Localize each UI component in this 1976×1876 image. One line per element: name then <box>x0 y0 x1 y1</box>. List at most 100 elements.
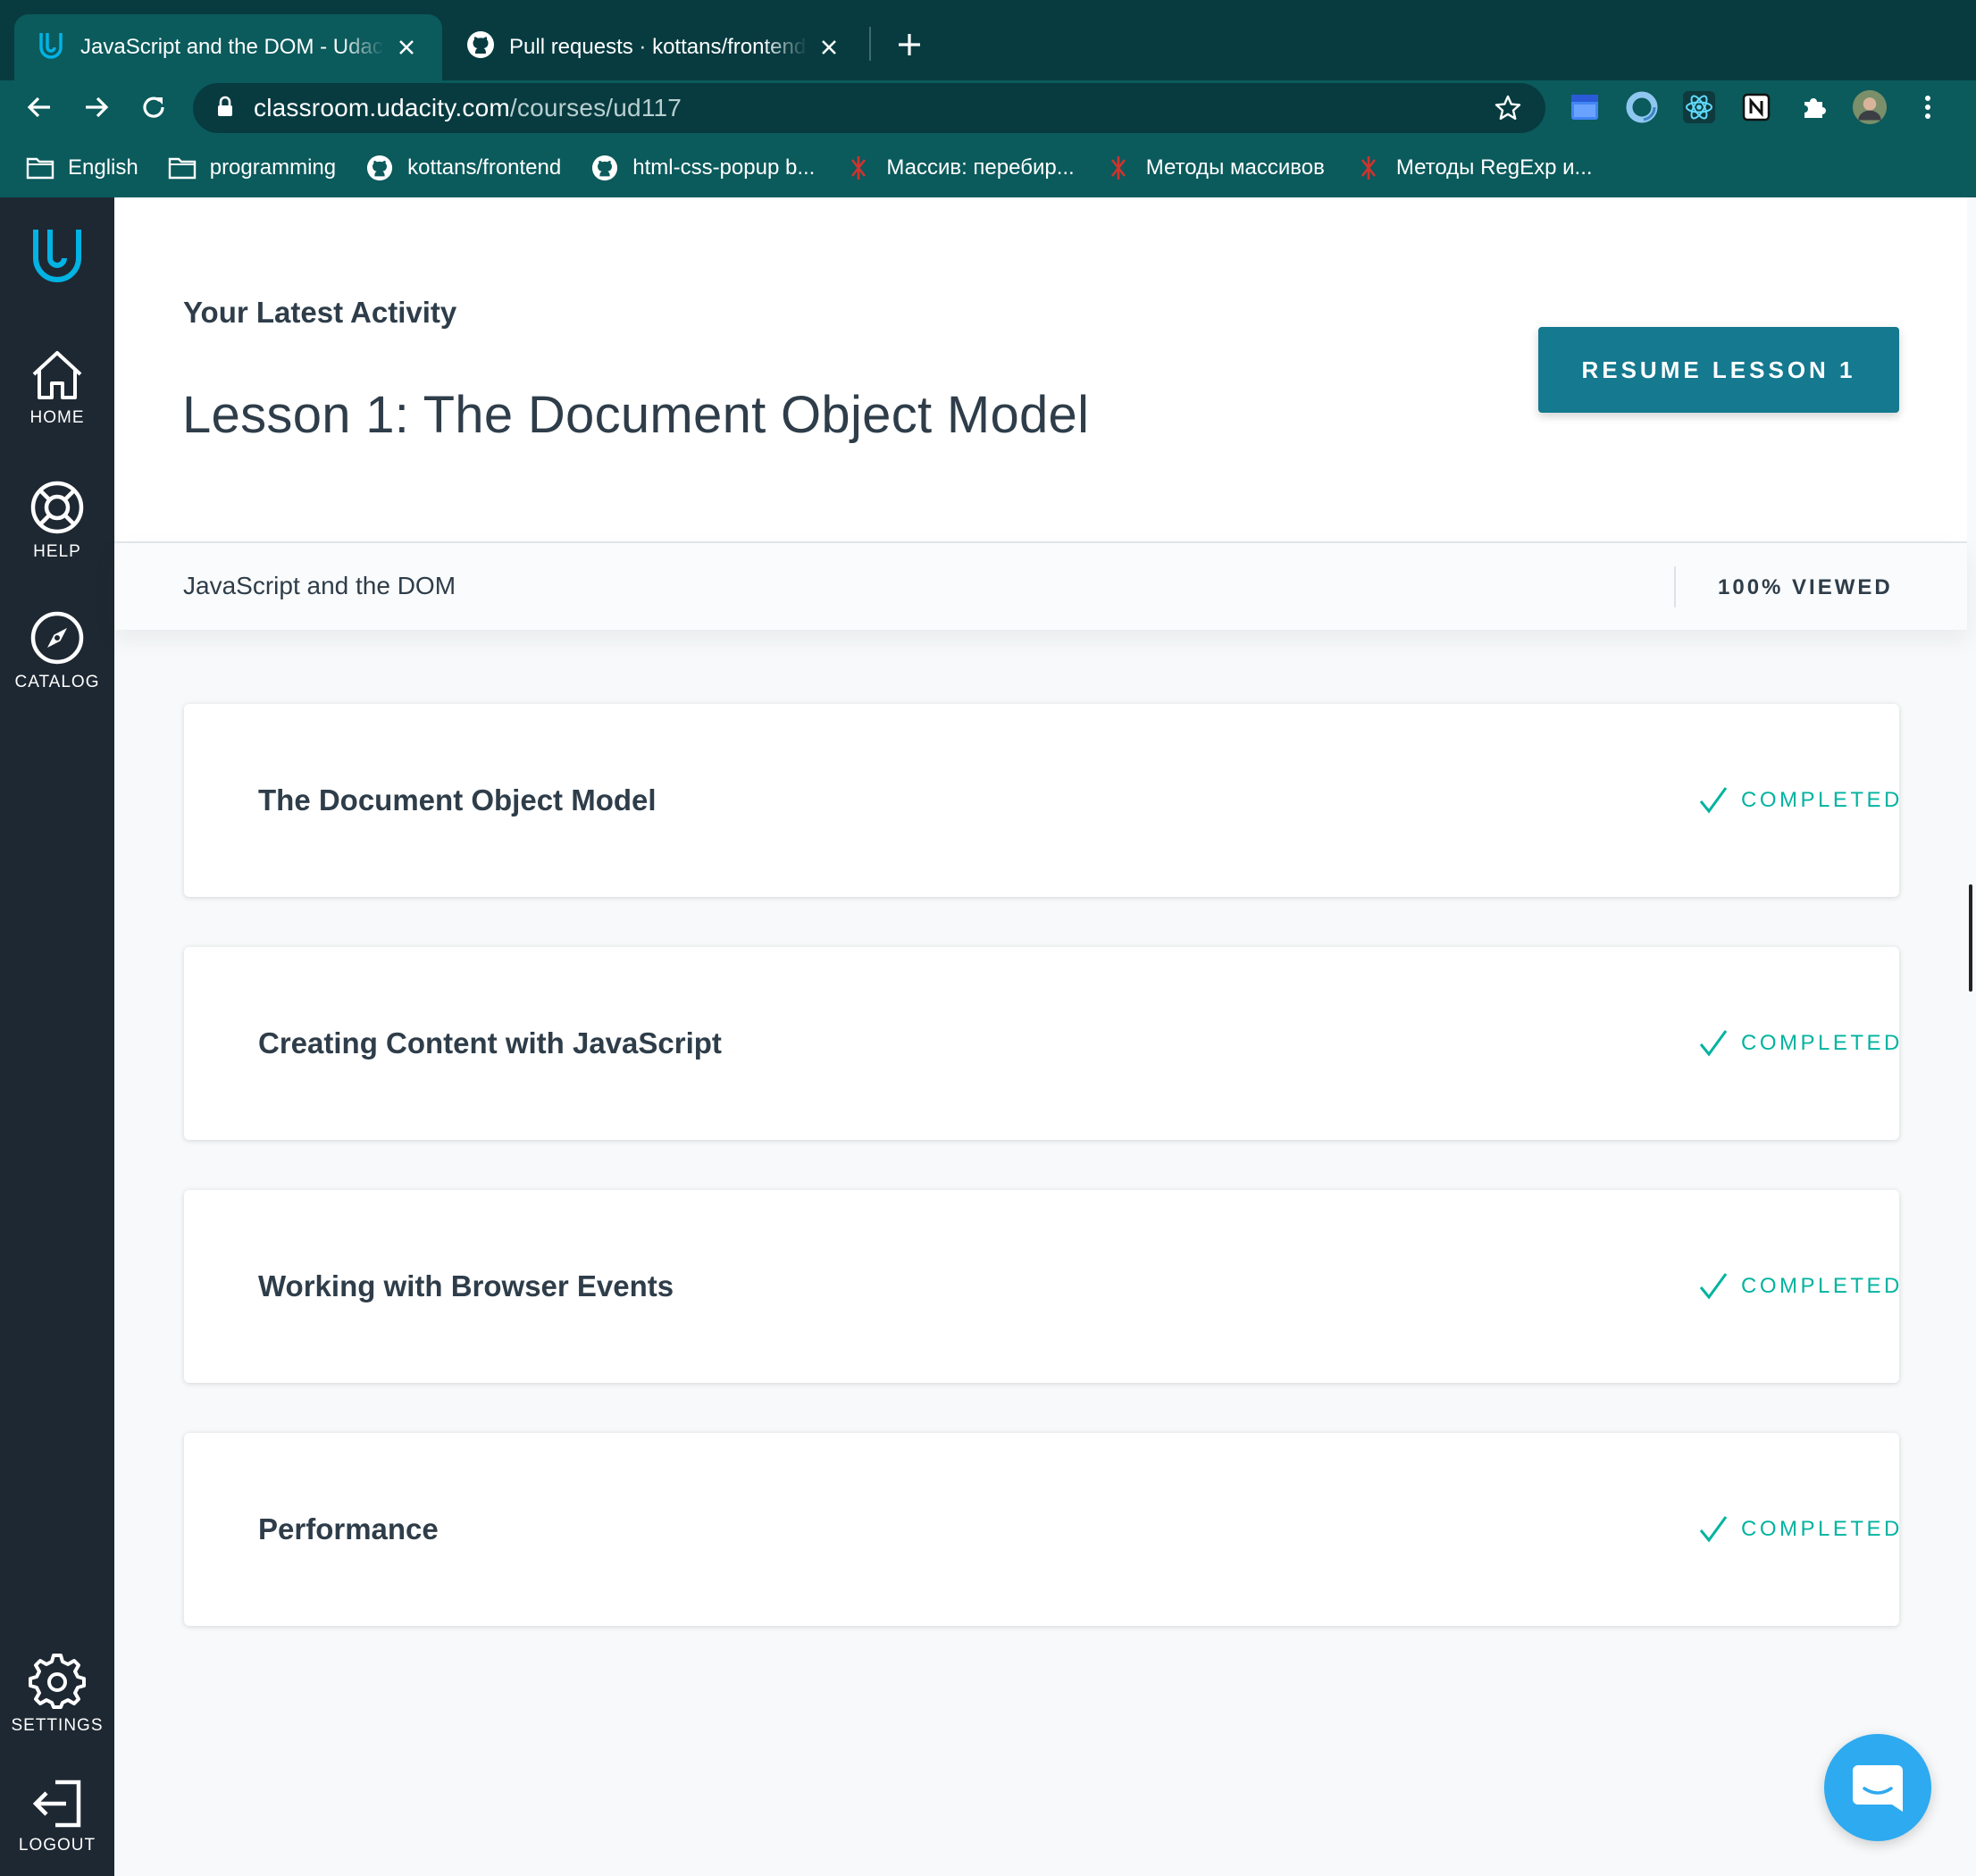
scrollbar-thumb[interactable] <box>1969 884 1972 992</box>
profile-avatar[interactable] <box>1852 89 1888 125</box>
browser-chrome: JavaScript and the DOM - Udacity Pull re… <box>0 0 1976 197</box>
completed-status: COMPLETED <box>1698 1190 1903 1383</box>
divider <box>1674 566 1676 607</box>
checkmark-icon <box>1699 1273 1728 1300</box>
checkmark-icon <box>1699 787 1728 814</box>
tab-udacity[interactable]: JavaScript and the DOM - Udacity <box>14 14 442 80</box>
course-header-bar: JavaScript and the DOM 100% VIEWED <box>114 543 1967 630</box>
lesson-card-title: Working with Browser Events <box>258 1269 674 1302</box>
tab-strip: JavaScript and the DOM - Udacity Pull re… <box>0 0 1976 80</box>
latest-activity-heading: Your Latest Activity <box>183 296 457 329</box>
folder-icon <box>25 155 55 181</box>
url-host: classroom.udacity.com <box>254 94 510 121</box>
tab-separator <box>869 27 871 61</box>
compass-icon <box>30 611 84 665</box>
sidebar-item-label: LOGOUT <box>18 1836 96 1855</box>
close-icon[interactable] <box>815 33 843 62</box>
chat-launcher-button[interactable] <box>1824 1734 1931 1841</box>
home-icon <box>32 351 82 399</box>
resume-lesson-button[interactable]: RESUME LESSON 1 <box>1538 327 1899 413</box>
lesson-card-title: Creating Content with JavaScript <box>258 1026 722 1059</box>
status-label: COMPLETED <box>1741 1517 1903 1541</box>
bookmark-regexp-methods[interactable]: Методы RegExp и... <box>1353 155 1593 181</box>
new-tab-plus-icon[interactable] <box>890 25 929 64</box>
sidebar-item-label: HELP <box>33 542 81 561</box>
app-sidebar: HOME HELP CATALOG SETTINGS LOGOUT <box>0 197 114 1876</box>
notion-icon[interactable] <box>1738 89 1774 125</box>
lesson-title: Lesson 1: The Document Object Model <box>182 386 1090 444</box>
site-icon <box>843 155 874 181</box>
sidebar-item-logout[interactable]: LOGOUT <box>0 1779 114 1855</box>
main-content: Your Latest Activity Lesson 1: The Docum… <box>114 197 1976 1876</box>
bookmark-programming[interactable]: programming <box>167 155 336 181</box>
tab-github[interactable]: Pull requests · kottans/frontend <box>445 14 865 80</box>
course-name[interactable]: JavaScript and the DOM <box>183 572 456 600</box>
bookmark-label: Массив: перебир... <box>886 155 1075 180</box>
extension-calendar-icon[interactable] <box>1567 89 1603 125</box>
lock-icon[interactable] <box>216 96 234 121</box>
sidebar-item-help[interactable]: HELP <box>0 480 114 562</box>
viewed-progress: 100% VIEWED <box>1718 575 1893 599</box>
puzzle-icon[interactable] <box>1796 89 1831 125</box>
bookmark-label: programming <box>209 155 337 180</box>
status-label: COMPLETED <box>1741 1031 1903 1055</box>
sidebar-item-label: HOME <box>29 408 85 427</box>
close-icon[interactable] <box>392 33 421 62</box>
bookmarks-bar: English programming kottans/frontend htm… <box>0 143 1976 193</box>
folder-icon <box>167 155 197 181</box>
tab-title: JavaScript and the DOM - Udacity <box>80 35 385 59</box>
sidebar-item-label: CATALOG <box>14 673 100 691</box>
bookmark-label: English <box>68 155 138 180</box>
sidebar-item-catalog[interactable]: CATALOG <box>0 610 114 692</box>
browser-toolbar: classroom.udacity.com/courses/ud117 <box>0 80 1976 134</box>
bookmark-array-methods[interactable]: Методы массивов <box>1103 155 1325 181</box>
completed-status: COMPLETED <box>1698 1433 1903 1626</box>
extension-loop-icon[interactable] <box>1624 89 1660 125</box>
bookmark-html-css-popup[interactable]: html-css-popup b... <box>590 155 815 181</box>
completed-status: COMPLETED <box>1698 947 1903 1140</box>
url-text[interactable]: classroom.udacity.com/courses/ud117 <box>254 94 682 122</box>
chat-icon <box>1853 1765 1903 1812</box>
latest-activity-panel: Your Latest Activity Lesson 1: The Docum… <box>114 197 1967 543</box>
checkmark-icon <box>1699 1516 1728 1543</box>
logout-icon <box>32 1780 81 1828</box>
udacity-logo[interactable] <box>0 222 114 292</box>
github-icon <box>466 30 495 65</box>
bookmark-english[interactable]: English <box>25 155 138 181</box>
udacity-icon <box>36 29 66 66</box>
bookmark-star-icon[interactable] <box>1494 94 1522 127</box>
bookmark-label: kottans/frontend <box>407 155 562 180</box>
checkmark-icon <box>1699 1030 1728 1057</box>
react-devtools-icon[interactable] <box>1681 89 1717 125</box>
site-icon <box>1103 155 1134 181</box>
bookmark-massiv[interactable]: Массив: перебир... <box>843 155 1075 181</box>
github-icon <box>590 155 620 181</box>
sidebar-item-home[interactable]: HOME <box>0 349 114 428</box>
bookmark-kottans-frontend[interactable]: kottans/frontend <box>364 155 561 181</box>
lesson-card-title: The Document Object Model <box>258 783 657 817</box>
bookmark-label: Методы массивов <box>1145 155 1325 180</box>
reload-icon[interactable] <box>134 88 173 127</box>
lesson-card[interactable]: Performance COMPLETED <box>184 1433 1899 1626</box>
url-path: /courses/ud117 <box>509 94 682 121</box>
forward-arrow-icon[interactable] <box>77 88 116 127</box>
github-icon <box>364 155 395 181</box>
back-arrow-icon[interactable] <box>20 88 59 127</box>
lesson-card-title: Performance <box>258 1512 439 1545</box>
lesson-card[interactable]: Creating Content with JavaScript COMPLET… <box>184 947 1899 1140</box>
status-label: COMPLETED <box>1741 1274 1903 1298</box>
site-icon <box>1353 155 1384 181</box>
help-icon <box>30 481 84 534</box>
bookmark-label: html-css-popup b... <box>632 155 816 180</box>
completed-status: COMPLETED <box>1698 704 1903 897</box>
more-vert-icon[interactable] <box>1910 89 1946 125</box>
address-bar[interactable]: classroom.udacity.com/courses/ud117 <box>193 83 1545 133</box>
status-label: COMPLETED <box>1741 788 1903 812</box>
sidebar-item-label: SETTINGS <box>11 1716 104 1735</box>
tab-title: Pull requests · kottans/frontend <box>509 35 807 59</box>
lesson-card[interactable]: Working with Browser Events COMPLETED <box>184 1190 1899 1383</box>
lesson-card[interactable]: The Document Object Model COMPLETED <box>184 704 1899 897</box>
gear-icon <box>29 1654 86 1709</box>
sidebar-item-settings[interactable]: SETTINGS <box>0 1652 114 1736</box>
bookmark-label: Методы RegExp и... <box>1395 155 1593 180</box>
